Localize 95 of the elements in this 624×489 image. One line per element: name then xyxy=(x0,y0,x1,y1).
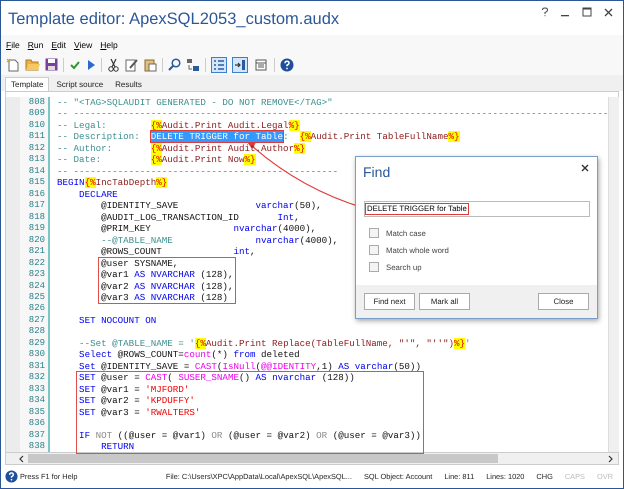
line-number: 832 xyxy=(28,372,45,382)
checkbox[interactable] xyxy=(369,262,379,272)
code-line: DECLARE xyxy=(78,188,118,200)
maximize-icon[interactable] xyxy=(582,7,592,17)
line-number: 828 xyxy=(28,326,45,336)
dialog-title: Find xyxy=(363,164,390,180)
line-number: 823 xyxy=(28,269,45,280)
line-number: 829 xyxy=(28,338,45,348)
save-icon[interactable] xyxy=(45,58,58,71)
line-number: 822 xyxy=(28,258,45,268)
code-line: -- "<TAG>SQLAUDIT GENERATED - DO NOT REMOVE</TAG>" xyxy=(57,97,333,108)
menu-item[interactable]: File xyxy=(6,40,20,50)
line-number: 819 xyxy=(28,223,45,234)
code-line: BEGIN{%IncTabDepth%} xyxy=(57,177,168,188)
code-line: @AUDIT_LOG_TRANSACTION_ID Int, xyxy=(100,212,300,223)
folder-icon[interactable] xyxy=(25,58,40,71)
code-line: @PRIM_KEY nvarchar(4000), xyxy=(100,223,316,234)
code-line: SET @user = CAST( SUSER_SNAME() AS nvarchar (128)) xyxy=(78,372,355,384)
scroll-right-icon[interactable] xyxy=(608,454,614,462)
menu-item[interactable]: Run xyxy=(28,40,44,50)
replace-icon[interactable] xyxy=(186,58,200,72)
code-line: @var3 AS NVARCHAR (128) xyxy=(100,292,228,303)
line-number: 831 xyxy=(28,360,45,371)
line-number: 808 xyxy=(28,97,45,107)
tab[interactable]: Results xyxy=(110,78,147,91)
line-number: 818 xyxy=(28,212,45,222)
check-icon[interactable] xyxy=(69,58,81,70)
code-line: -- ------------------------------------------------------------------------------------------------- xyxy=(57,108,608,120)
line-number: 809 xyxy=(28,108,45,118)
checkbox[interactable] xyxy=(369,228,379,238)
line-number: 826 xyxy=(28,303,45,314)
checkbox[interactable] xyxy=(369,245,379,255)
code-line: @ROWS_COUNT int, xyxy=(100,246,256,258)
code-line: SET @var2 = 'KPDUFFY' xyxy=(78,395,195,406)
line-number: 830 xyxy=(28,349,45,360)
scroll-left-icon[interactable] xyxy=(18,454,24,462)
line-number: 837 xyxy=(28,430,45,440)
line-number: 816 xyxy=(28,188,45,199)
code-line: SET @var1 = 'MJFORD' xyxy=(78,384,190,395)
toggle-button[interactable] xyxy=(232,56,248,72)
line-number: 817 xyxy=(28,200,45,210)
toggle-button[interactable] xyxy=(253,56,269,72)
horizontal-scrollbar[interactable] xyxy=(5,452,619,465)
line-number: 833 xyxy=(28,384,45,394)
code-line: @var1 AS NVARCHAR (128), xyxy=(100,269,234,280)
code-line: RETURN xyxy=(100,441,134,452)
menu-item[interactable]: Help xyxy=(100,40,118,50)
code-line: @var2 AS NVARCHAR (128), xyxy=(100,280,234,292)
line-number: 811 xyxy=(28,131,45,142)
table-icon xyxy=(255,58,267,70)
close-icon[interactable] xyxy=(604,8,613,16)
code-line: @IDENTITY_SAVE varchar(50), xyxy=(100,200,322,212)
line-number: 812 xyxy=(28,142,45,153)
line-number: 834 xyxy=(28,395,45,406)
indent-icon xyxy=(234,58,246,70)
code-line: --Set @TABLE_NAME = '{%Audit.Print Replace(TableFullName, "'", "''")%}' xyxy=(78,338,471,349)
code-line: --@TABLE_NAME nvarchar(4000), xyxy=(100,234,338,246)
tab[interactable]: Template xyxy=(5,77,50,91)
paste-icon[interactable] xyxy=(144,58,157,72)
tab[interactable]: Script source xyxy=(51,78,108,91)
code-line: SET @var3 = 'RWALTERS' xyxy=(78,406,200,418)
play-icon[interactable] xyxy=(86,58,96,70)
toggle-button[interactable] xyxy=(211,56,227,72)
line-number: 820 xyxy=(28,234,45,245)
scrollbar-thumb[interactable] xyxy=(28,454,498,463)
line-number: 824 xyxy=(28,280,45,290)
line-number: 836 xyxy=(28,418,45,428)
line-number: 821 xyxy=(28,246,45,256)
code-line: -- ------------------------------------------------ xyxy=(57,166,338,177)
code-line: Set @IDENTITY_SAVE = CAST(IsNull(@@IDENTITY,1) AS varchar(50)) xyxy=(78,360,421,372)
help-icon[interactable] xyxy=(5,470,18,483)
line-number: 810 xyxy=(28,120,45,130)
line-number: 813 xyxy=(28,154,45,164)
menu-item[interactable]: Edit xyxy=(51,40,66,50)
edit-icon[interactable] xyxy=(125,58,139,72)
code-line: @user SYSNAME, xyxy=(100,258,178,269)
search-icon[interactable] xyxy=(168,58,181,71)
cut-icon[interactable] xyxy=(107,58,120,72)
line-number: 815 xyxy=(28,177,45,188)
code-line: IF NOT ((@user = @var1) OR (@user = @var2) OR (@user = @var3)) xyxy=(78,430,421,441)
new-file-icon[interactable] xyxy=(6,58,20,72)
menu-item[interactable]: View xyxy=(74,40,92,50)
line-number: 838 xyxy=(28,441,45,452)
line-number: 825 xyxy=(28,292,45,302)
line-number: 827 xyxy=(28,314,45,325)
help-icon[interactable] xyxy=(541,7,549,17)
line-number: 814 xyxy=(28,166,45,176)
help-icon[interactable] xyxy=(280,58,294,72)
line-number: 835 xyxy=(28,406,45,417)
window-title: Template editor: ApexSQL2053_custom.audx xyxy=(8,10,340,28)
close-icon[interactable] xyxy=(581,164,589,172)
list-icon xyxy=(213,58,225,70)
code-line: SET NOCOUNT ON xyxy=(78,314,156,326)
vertical-scrollbar[interactable] xyxy=(608,97,620,452)
code-line: Select @ROWS_COUNT=count(*) from deleted xyxy=(78,349,300,360)
